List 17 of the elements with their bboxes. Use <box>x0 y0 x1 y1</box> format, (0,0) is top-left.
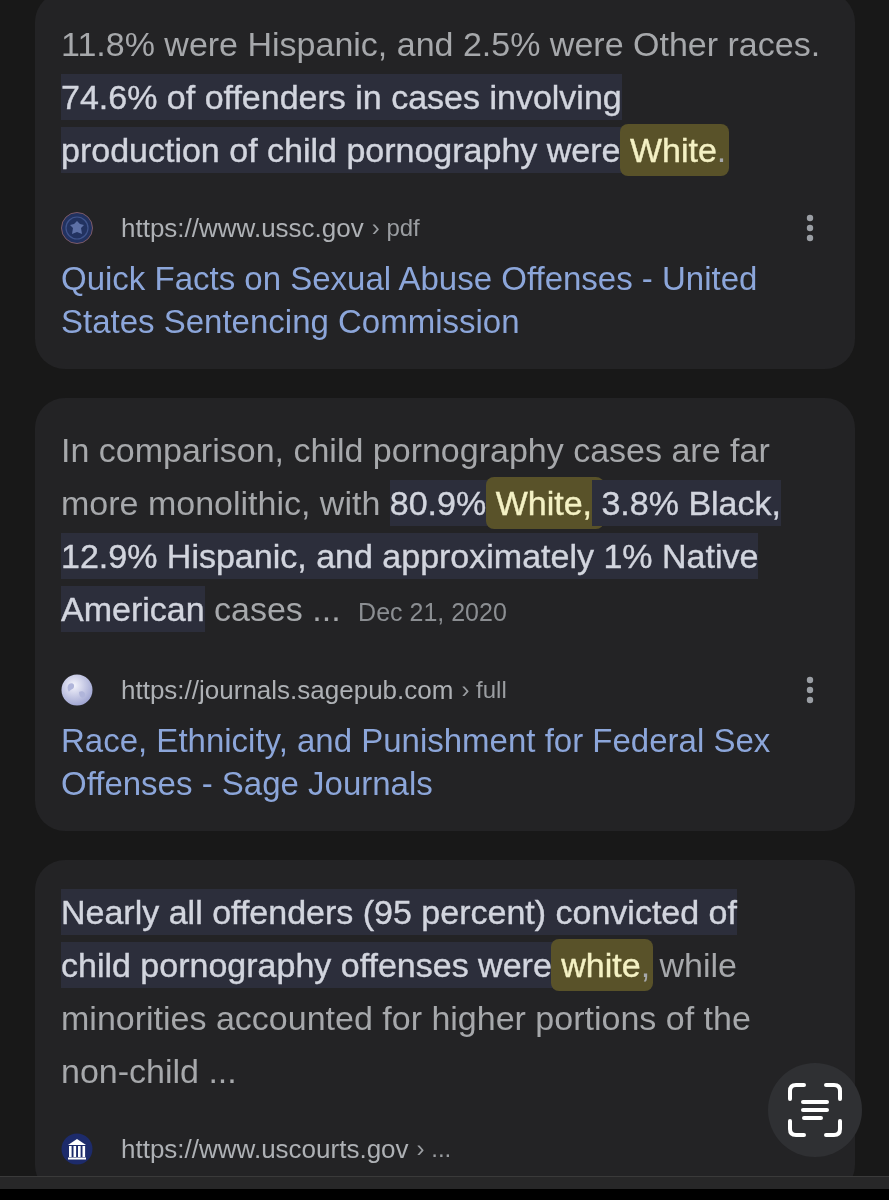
result-title-link[interactable]: Quick Facts on Sexual Abuse Offenses - United States Sentencing Commission <box>61 257 831 343</box>
globe-icon <box>61 674 93 706</box>
result-title-link[interactable]: Race, Ethnicity, and Punishment for Federal Sex Offenses - Sage Journals <box>61 719 831 805</box>
columns-icon <box>61 1133 93 1165</box>
result-url: https://www.uscourts.gov <box>121 1133 409 1165</box>
more-options-icon[interactable] <box>806 676 814 704</box>
result-url: https://www.ussc.gov <box>121 212 364 244</box>
url-path: › pdf <box>371 214 420 242</box>
url-path: › ... <box>416 1135 452 1163</box>
scan-text-icon <box>788 1083 842 1137</box>
seal-icon <box>61 212 93 244</box>
result-snippet: In comparison, child pornography cases are far more monolithic, with 80.9% White, 3.8% Black, 12.9% Hispanic, and approximately 1% Native American cases ... Dec 21, 2020 <box>61 424 831 639</box>
result-snippet: 11.8% were Hispanic, and 2.5% were Other races. 74.6% of offenders in cases involving production of child pornography were White. <box>61 18 831 177</box>
more-options-icon[interactable] <box>806 214 814 242</box>
result-url: https://journals.sagepub.com <box>121 674 454 706</box>
url-path: › full <box>461 676 507 704</box>
result-snippet: Nearly all offenders (95 percent) convicted of child pornography offenses were white, while minorities accounted for higher portions of the non-child ... <box>61 886 831 1098</box>
